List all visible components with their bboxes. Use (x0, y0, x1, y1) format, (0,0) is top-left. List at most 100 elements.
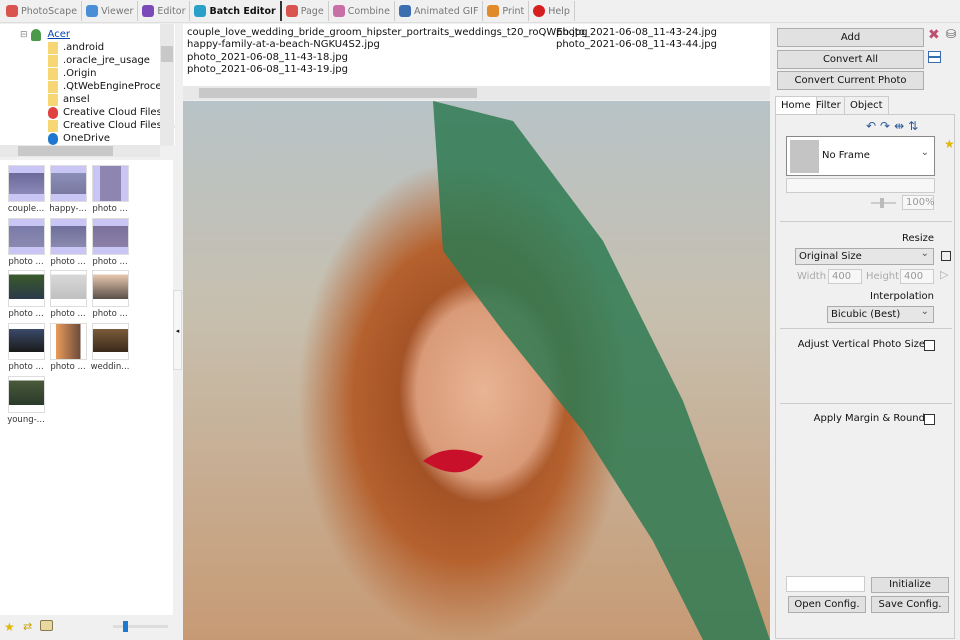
refresh-icon[interactable]: ⇄ (23, 620, 32, 633)
remove-icon[interactable]: ✖ (928, 27, 940, 43)
tree-item[interactable]: OneDrive (48, 132, 110, 145)
panel-splitter[interactable]: ◂ (173, 290, 182, 370)
tab-label: Print (502, 5, 525, 17)
thumbnail-size-slider[interactable] (113, 621, 168, 632)
thumbnail-caption: photo ... (8, 257, 44, 267)
folder-icon (48, 54, 58, 67)
file-item[interactable]: photo_2021-06-08_11-43-44.jpg (556, 39, 717, 50)
width-input[interactable]: 400 (828, 269, 862, 284)
resize-label: Resize (901, 233, 934, 244)
tree-item[interactable]: .android (48, 41, 104, 54)
interpolation-select[interactable]: Bicubic (Best) (827, 304, 934, 323)
folder-tree[interactable]: ⊟ Acer .android .oracle_jre_usage .Origin… (0, 24, 175, 146)
tab-batch-editor[interactable]: Batch Editor (190, 1, 282, 21)
thumbnail-grid: couple... happy-... photo ... photo ... … (0, 160, 173, 615)
open-config-button[interactable]: Open Config. (788, 596, 866, 613)
tree-item-acer[interactable]: ⊟ Acer (20, 28, 70, 41)
convert-current-photo-button[interactable]: Convert Current Photo (777, 71, 924, 90)
file-item[interactable]: photo_2021-06-08_11-43-18.jpg (187, 52, 348, 63)
tab-print[interactable]: Print (483, 1, 530, 21)
tab-object[interactable]: Object (844, 96, 889, 114)
print-icon (487, 5, 500, 17)
rotate-flip-icons[interactable]: ↶↷⇹⇅ (866, 119, 922, 133)
tab-viewer[interactable]: Viewer (82, 1, 139, 21)
file-item[interactable]: couple_love_wedding_bride_groom_hipster_… (187, 27, 588, 38)
tree-horizontal-scrollbar[interactable] (0, 145, 160, 157)
frame-preview (790, 140, 819, 173)
tree-item[interactable]: .Origin (48, 67, 96, 80)
clear-all-icon[interactable]: ⛁ (946, 27, 956, 41)
height-input[interactable]: 400 (900, 269, 934, 284)
file-list[interactable]: couple_love_wedding_bride_groom_hipster_… (183, 24, 770, 86)
thumbnail-image (49, 270, 87, 307)
thumbnail-caption: couple... (7, 204, 45, 214)
thumbnail[interactable]: couple... (6, 165, 46, 214)
help-icon (533, 5, 546, 17)
frame-zoom-input[interactable]: 100% (902, 195, 935, 210)
apply-margin-checkbox[interactable] (924, 414, 935, 425)
tree-item[interactable]: ansel (48, 93, 90, 106)
tab-home[interactable]: Home (775, 96, 817, 114)
tree-label: .oracle_jre_usage (63, 55, 150, 66)
thumbnail[interactable]: young-... (6, 376, 46, 425)
thumbnail[interactable]: photo ... (90, 165, 130, 214)
frame-option-field[interactable] (786, 178, 935, 193)
favorite-frame-star-icon[interactable]: ★ (944, 137, 955, 151)
config-name-input[interactable] (786, 576, 865, 592)
thumbnail[interactable]: photo ... (6, 323, 46, 372)
tab-photoscape[interactable]: PhotoScape (2, 1, 83, 21)
frame-value: No Frame (822, 150, 870, 161)
list-view-icon[interactable] (928, 51, 941, 63)
tree-item[interactable]: Creative Cloud Files (48, 106, 162, 119)
thumbnail-image (91, 323, 129, 360)
tab-editor[interactable]: Editor (138, 1, 191, 21)
animated-gif-icon (398, 5, 411, 17)
save-config-button[interactable]: Save Config. (871, 596, 949, 613)
thumbnail[interactable]: weddin... (90, 323, 130, 372)
thumbnail[interactable]: photo ... (6, 270, 46, 319)
adjust-vertical-checkbox[interactable] (924, 340, 935, 351)
initialize-button[interactable]: Initialize (871, 577, 949, 593)
palm-leaf-image (423, 101, 770, 640)
frame-zoom-slider[interactable] (871, 198, 896, 208)
resize-option-icon[interactable] (941, 251, 951, 261)
tab-combine[interactable]: Combine (329, 1, 395, 21)
tree-item[interactable]: Creative Cloud Files (a (48, 119, 175, 132)
thumbnail-image (49, 218, 87, 255)
folder-icon (48, 93, 58, 106)
tree-vertical-scrollbar[interactable] (160, 24, 174, 146)
tree-item[interactable]: .QtWebEngineProcess (48, 80, 172, 93)
thumbnail-caption: photo ... (50, 309, 86, 319)
file-item[interactable]: photo_2021-06-08_11-43-24.jpg (556, 27, 717, 38)
thumbnail[interactable]: photo ... (90, 270, 130, 319)
frame-select[interactable]: No Frame ⌄ (786, 136, 935, 176)
thumbnail[interactable]: photo ... (90, 218, 130, 267)
collapse-icon[interactable]: ⊟ (20, 30, 28, 40)
tab-label: PhotoScape (21, 5, 78, 17)
thumbnail-caption: photo ... (8, 309, 44, 319)
thumbnail[interactable]: happy-... (48, 165, 88, 214)
convert-all-button[interactable]: Convert All (777, 50, 924, 69)
tree-item[interactable]: .oracle_jre_usage (48, 54, 150, 67)
tab-label: Editor (157, 5, 186, 17)
thumbnail-image (49, 323, 87, 360)
aspect-lock-icon[interactable]: ▷ (940, 268, 948, 281)
file-item[interactable]: photo_2021-06-08_11-43-19.jpg (187, 64, 348, 75)
thumbnail[interactable]: photo ... (48, 323, 88, 372)
tree-label: Creative Cloud Files (a (63, 120, 175, 131)
favorites-star-icon[interactable]: ★ (4, 620, 15, 634)
file-list-scrollbar[interactable] (183, 86, 770, 100)
tab-page[interactable]: Page (282, 1, 329, 21)
resize-select[interactable]: Original Size (795, 246, 934, 265)
add-button[interactable]: Add (777, 28, 924, 47)
folder-icon (48, 119, 58, 132)
thumbnail[interactable]: photo ... (6, 218, 46, 267)
thumbnail[interactable]: photo ... (48, 270, 88, 319)
thumbnail[interactable]: photo ... (48, 218, 88, 267)
photo-folder-icon[interactable] (40, 620, 53, 631)
tab-help[interactable]: Help (529, 1, 575, 21)
photoscape-icon (6, 5, 18, 17)
file-item[interactable]: happy-family-at-a-beach-NGKU4S2.jpg (187, 39, 380, 50)
tab-animated-gif[interactable]: Animated GIF (395, 1, 484, 21)
thumbnail-caption: photo ... (50, 257, 86, 267)
